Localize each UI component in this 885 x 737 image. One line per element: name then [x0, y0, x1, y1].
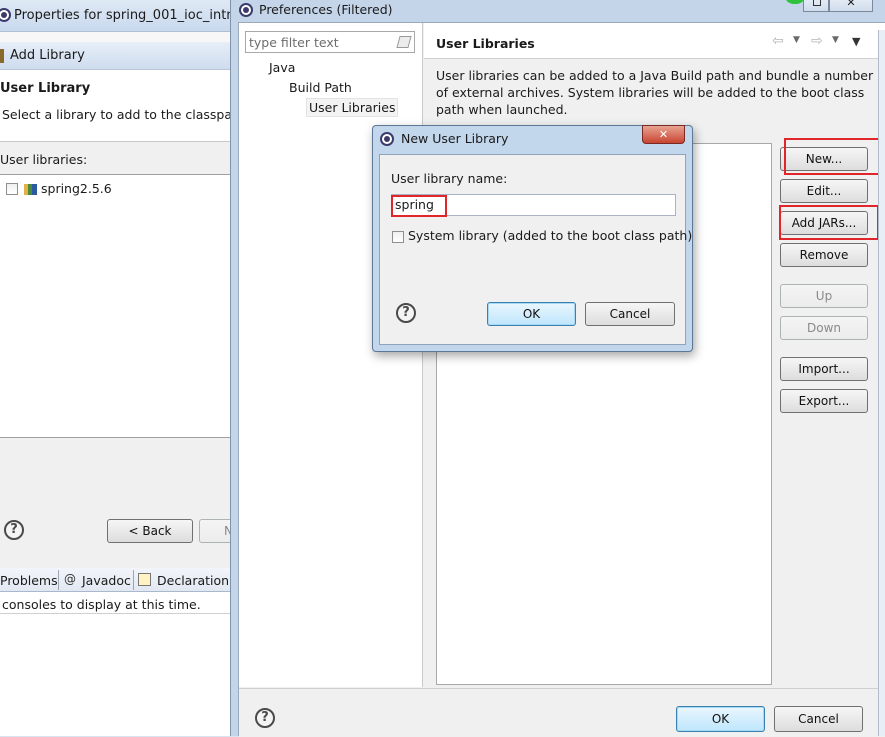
add-library-title: Add Library	[10, 48, 85, 63]
library-name: spring2.5.6	[41, 181, 112, 196]
close-button[interactable]: ✕	[829, 0, 873, 12]
close-button[interactable]: ✕	[642, 125, 685, 144]
properties-title: Properties for spring_001_ioc_introdu	[14, 8, 256, 23]
up-button[interactable]: Up	[780, 284, 868, 308]
library-name-highlight	[391, 195, 447, 217]
library-checkbox[interactable]	[6, 183, 18, 195]
eclipse-icon	[239, 3, 253, 17]
tab-javadoc[interactable]: Javadoc	[82, 573, 131, 588]
bottom-panel: Problems @ Javadoc Declaration consoles …	[0, 568, 232, 736]
tree-item-java[interactable]: Java	[269, 60, 295, 75]
export-button[interactable]: Export...	[780, 389, 868, 413]
tab-separator	[58, 570, 59, 590]
tree-area: type filter text Java Build Path User Li…	[239, 23, 423, 687]
system-library-checkbox[interactable]	[392, 231, 404, 243]
maximize-button[interactable]	[803, 0, 829, 12]
down-button[interactable]: Down	[780, 316, 868, 340]
add-jars-button-highlight	[779, 205, 879, 240]
view-menu-icon[interactable]: ▼	[852, 35, 860, 48]
filter-input[interactable]: type filter text	[245, 31, 415, 53]
bottom-tab-bar: Problems @ Javadoc Declaration	[0, 568, 232, 592]
add-library-description: Select a library to add to the classpath…	[2, 107, 249, 122]
cancel-button[interactable]: Cancel	[585, 302, 675, 326]
list-item[interactable]: spring2.5.6	[0, 179, 200, 199]
eclipse-icon	[380, 132, 394, 146]
help-icon[interactable]: ?	[4, 520, 24, 540]
add-library-heading: User Library	[0, 81, 91, 96]
panel-divider	[0, 613, 232, 614]
right-edge-strip	[878, 30, 885, 736]
tab-declaration[interactable]: Declaration	[157, 573, 229, 588]
tab-problems[interactable]: Problems	[0, 573, 58, 588]
tab-separator	[133, 570, 134, 590]
help-icon[interactable]: ?	[396, 303, 416, 323]
page-description: User libraries can be added to a Java Bu…	[436, 68, 874, 117]
chevron-down-icon[interactable]: ▼	[793, 35, 800, 45]
import-button[interactable]: Import...	[780, 357, 868, 381]
new-user-library-client: User library name: spring System library…	[379, 154, 692, 345]
filter-placeholder: type filter text	[249, 35, 339, 50]
system-library-label: System library (added to the boot class …	[408, 228, 693, 243]
console-message: consoles to display at this time.	[2, 597, 201, 612]
new-button-highlight	[784, 138, 880, 175]
ok-button[interactable]: OK	[676, 706, 765, 732]
user-libraries-list[interactable]: spring2.5.6	[0, 174, 230, 438]
remove-button[interactable]: Remove	[780, 243, 868, 267]
ok-button[interactable]: OK	[487, 302, 576, 326]
preferences-title: Preferences (Filtered)	[259, 2, 393, 17]
preferences-footer: ? OK Cancel	[239, 688, 885, 737]
chevron-down-icon[interactable]: ▼	[832, 35, 839, 45]
page-area: User Libraries ⇦ ▼ ⇨ ▼ ▼ User libraries …	[424, 23, 885, 687]
back-arrow-icon[interactable]: ⇦	[772, 33, 784, 49]
edit-button[interactable]: Edit...	[780, 179, 868, 203]
library-icon	[24, 184, 37, 195]
back-button[interactable]: < Back	[107, 519, 193, 543]
add-library-dialog: Add Library User Library Select a librar…	[0, 42, 249, 562]
add-library-titlebar: Add Library	[0, 42, 232, 70]
add-library-header: User Library Select a library to add to …	[0, 70, 249, 142]
tree-item-build-path[interactable]: Build Path	[289, 80, 352, 95]
maximize-icon	[813, 0, 821, 6]
new-user-library-title: New User Library	[401, 131, 509, 146]
properties-titlebar: Properties for spring_001_ioc_introdu	[0, 0, 256, 32]
library-icon	[0, 49, 4, 63]
eclipse-icon	[0, 8, 11, 22]
tree-item-user-libraries[interactable]: User Libraries	[306, 98, 399, 117]
name-label: User library name:	[391, 171, 508, 186]
help-icon[interactable]: ?	[255, 708, 275, 728]
declaration-icon	[138, 573, 151, 586]
clear-filter-icon[interactable]	[396, 36, 412, 48]
at-icon: @	[64, 572, 76, 586]
cancel-button[interactable]: Cancel	[774, 706, 863, 732]
preferences-titlebar: Preferences (Filtered) ✕	[231, 0, 885, 22]
preferences-window: Preferences (Filtered) ✕ type filter tex…	[230, 0, 885, 737]
page-title: User Libraries	[436, 36, 535, 51]
new-user-library-dialog: New User Library ✕ User library name: sp…	[372, 125, 693, 352]
forward-arrow-icon[interactable]: ⇨	[811, 33, 823, 49]
user-libraries-label: User libraries:	[0, 152, 88, 167]
page-header: User Libraries ⇦ ▼ ⇨ ▼ ▼	[424, 23, 885, 59]
